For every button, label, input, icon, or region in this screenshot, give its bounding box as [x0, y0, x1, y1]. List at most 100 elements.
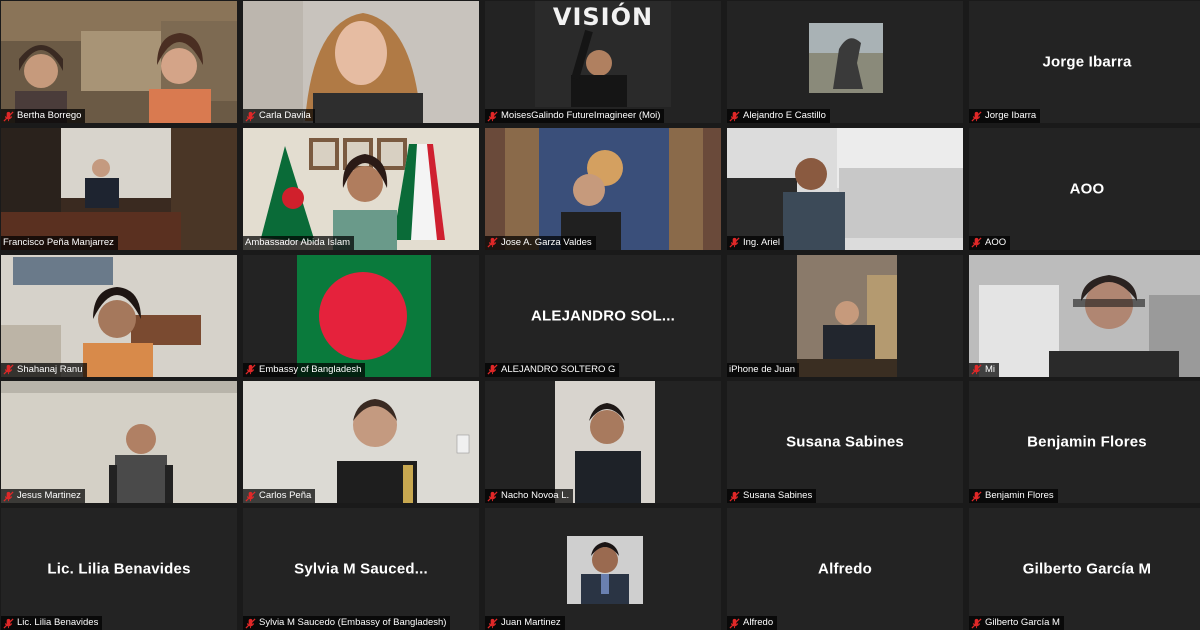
- participant-video: [485, 127, 721, 250]
- participant-display-name: Benjamin Flores: [1027, 433, 1147, 451]
- participant-name: Embassy of Bangladesh: [259, 363, 362, 375]
- participant-tile-francisco-pena[interactable]: Francisco Peña Manjarrez: [1, 127, 237, 250]
- participant-name: Alejandro E Castillo: [743, 110, 826, 121]
- participant-display-name: Susana Sabines: [786, 433, 904, 451]
- mic-muted-icon: [729, 110, 740, 122]
- participant-tile-mi[interactable]: Mi: [969, 254, 1200, 377]
- participant-video: [1, 381, 237, 504]
- participant-name-bar: Jesus Martinez: [1, 489, 85, 504]
- participant-name: Shahanaj Ranu: [17, 363, 83, 375]
- bangladesh-flag-image: [243, 254, 479, 377]
- participant-name-bar: Nacho Novoa L.: [485, 489, 574, 504]
- participant-tile-carlos-pena[interactable]: Carlos Peña: [243, 381, 479, 504]
- participant-name-bar: Jose A. Garza Valdes: [485, 235, 596, 250]
- mic-muted-icon: [729, 617, 740, 629]
- participant-name-bar: AOO: [969, 235, 1011, 250]
- participant-video: [1, 1, 237, 123]
- mic-muted-icon: [3, 491, 14, 502]
- participant-name-bar: Juan Martinez: [485, 616, 565, 630]
- vision-overlay-text: VISIÓN: [552, 3, 654, 31]
- participant-tile-jose-garza[interactable]: Jose A. Garza Valdes: [485, 127, 721, 250]
- participant-display-name: AOO: [1069, 180, 1105, 198]
- participant-tile-gilberto-garcia[interactable]: Gilberto García M Gilberto García M: [969, 508, 1200, 630]
- participant-tile-bertha-borrego[interactable]: Bertha Borrego: [1, 1, 237, 123]
- mic-muted-icon: [245, 617, 256, 629]
- participant-tile-iphone-de-juan[interactable]: iPhone de Juan: [727, 254, 963, 377]
- participant-display-name: Lic. Lilia Benavides: [47, 560, 191, 578]
- mic-muted-icon: [245, 110, 256, 122]
- mic-muted-icon: [971, 237, 982, 248]
- participant-tile-embassy-bangladesh[interactable]: Embassy of Bangladesh: [243, 254, 479, 377]
- mic-muted-icon: [971, 491, 982, 502]
- participant-name: Carla Davila: [259, 110, 311, 121]
- participant-tile-juan-martinez[interactable]: Juan Martinez: [485, 508, 721, 630]
- participant-name-bar: Bertha Borrego: [1, 109, 86, 123]
- mic-muted-icon: [487, 491, 498, 502]
- participant-name-bar: Carla Davila: [243, 109, 315, 123]
- mic-muted-icon: [971, 617, 982, 629]
- participant-name-bar: Ambassador Abida Islam: [243, 235, 355, 250]
- participant-name: Ing. Ariel: [743, 236, 780, 248]
- participant-tile-jorge-ibarra[interactable]: Jorge Ibarra Jorge Ibarra: [969, 1, 1200, 123]
- participant-name: Sylvia M Saucedo (Embassy of Bangladesh): [259, 617, 447, 628]
- participant-tile-nacho-novoa[interactable]: Nacho Novoa L.: [485, 381, 721, 504]
- mic-muted-icon: [3, 617, 14, 629]
- participant-video: [727, 1, 963, 123]
- participant-video: [243, 1, 479, 123]
- participant-name: iPhone de Juan: [729, 363, 796, 375]
- participant-name: Bertha Borrego: [17, 110, 82, 121]
- participant-tile-benjamin-flores[interactable]: Benjamin Flores Benjamin Flores: [969, 381, 1200, 504]
- participant-tile-aoo[interactable]: AOO AOO: [969, 127, 1200, 250]
- participant-display-name: Alfredo: [818, 560, 872, 578]
- participant-tile-jesus-martinez[interactable]: Jesus Martinez: [1, 381, 237, 504]
- participant-name: Carlos Peña: [259, 490, 312, 502]
- participant-name-bar: Lic. Lilia Benavides: [1, 616, 103, 630]
- participant-name: Jesus Martinez: [17, 490, 81, 502]
- participant-name: ALEJANDRO SOLTERO G: [501, 363, 616, 375]
- participant-name-bar: Ing. Ariel: [727, 235, 784, 250]
- participant-video: [727, 127, 963, 250]
- participant-tile-alejandro-castillo[interactable]: Alejandro E Castillo: [727, 1, 963, 123]
- participant-name: Benjamin Flores: [985, 490, 1054, 502]
- participant-tile-shahanaj-ranu[interactable]: Shahanaj Ranu: [1, 254, 237, 377]
- participant-tile-alejandro-soltero[interactable]: ALEJANDRO SOL... ALEJANDRO SOLTERO G: [485, 254, 721, 377]
- mic-muted-icon: [971, 110, 982, 122]
- participant-display-name: Gilberto García M: [1022, 560, 1152, 578]
- participant-video: [485, 508, 721, 630]
- participant-name-bar: Carlos Peña: [243, 489, 316, 504]
- participant-name-bar: Alejandro E Castillo: [727, 109, 830, 123]
- participant-tile-ing-ariel[interactable]: Ing. Ariel: [727, 127, 963, 250]
- participant-tile-carla-davila[interactable]: Carla Davila: [243, 1, 479, 123]
- participant-name: Susana Sabines: [743, 490, 813, 502]
- participant-tile-susana-sabines[interactable]: Susana Sabines Susana Sabines: [727, 381, 963, 504]
- participant-tile-moises-galindo[interactable]: VISIÓN MoisesGalindo FutureImagineer (Mo…: [485, 1, 721, 123]
- participant-name: Nacho Novoa L.: [501, 490, 570, 502]
- mic-muted-icon: [487, 617, 498, 629]
- mic-muted-icon: [729, 491, 740, 502]
- participant-name: Juan Martinez: [501, 617, 561, 628]
- participant-tile-abida-islam[interactable]: Ambassador Abida Islam: [243, 127, 479, 250]
- participant-name: Gilberto García M: [985, 617, 1060, 628]
- participant-tile-lilia-benavides[interactable]: Lic. Lilia Benavides Lic. Lilia Benavide…: [1, 508, 237, 630]
- mic-muted-icon: [245, 364, 256, 375]
- participant-name-bar: iPhone de Juan: [727, 362, 800, 377]
- participant-name-bar: Embassy of Bangladesh: [243, 362, 366, 377]
- participant-tile-sylvia-saucedo[interactable]: Sylvia M Sauced... Sylvia M Saucedo (Emb…: [243, 508, 479, 630]
- participant-video: [727, 254, 963, 377]
- participant-name-bar: Shahanaj Ranu: [1, 362, 87, 377]
- participant-name: Ambassador Abida Islam: [245, 236, 351, 248]
- participant-video: [243, 381, 479, 504]
- participant-video: [243, 127, 479, 250]
- participant-tile-alfredo[interactable]: Alfredo Alfredo: [727, 508, 963, 630]
- participant-name: Francisco Peña Manjarrez: [3, 236, 114, 248]
- participant-name-bar: Benjamin Flores: [969, 489, 1058, 504]
- participant-video: [1, 127, 237, 250]
- participant-name: MoisesGalindo FutureImagineer (Moi): [501, 110, 661, 121]
- participant-name: Jose A. Garza Valdes: [501, 236, 592, 248]
- mic-muted-icon: [487, 364, 498, 375]
- participant-display-name: ALEJANDRO SOL...: [530, 307, 676, 324]
- mic-muted-icon: [3, 364, 14, 375]
- participant-name-bar: Jorge Ibarra: [969, 109, 1041, 123]
- participant-name-bar: MoisesGalindo FutureImagineer (Moi): [485, 109, 665, 123]
- participant-name-bar: Sylvia M Saucedo (Embassy of Bangladesh): [243, 616, 451, 630]
